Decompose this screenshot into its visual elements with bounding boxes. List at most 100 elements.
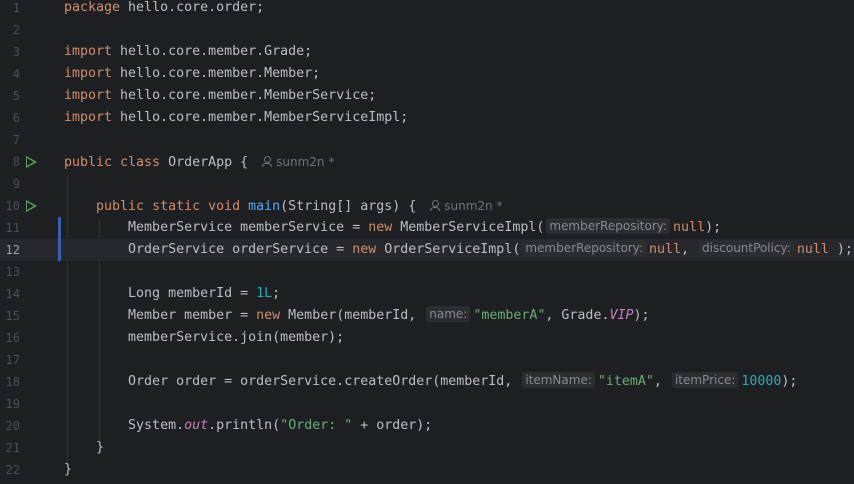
code-token: OrderApp {	[168, 155, 249, 170]
code-token: new	[368, 220, 401, 235]
line-number: 21	[5, 441, 20, 455]
code-token: null	[673, 220, 706, 235]
code-line[interactable]: 3 import hello.core.member.Grade;	[0, 41, 854, 63]
code-token: );	[781, 374, 798, 389]
code-line[interactable]: 20 System.out.println("Order: " + order)…	[0, 415, 854, 437]
code-line[interactable]: 19	[0, 393, 854, 415]
code-text: Order order = orderService.createOrder(m…	[64, 371, 797, 393]
author-name: sunm2n *	[276, 155, 335, 169]
code-line[interactable]: 15 Member member = new Member(memberId, …	[0, 305, 854, 327]
code-token: ,	[681, 242, 698, 257]
code-token: package	[64, 0, 129, 15]
author-inlay[interactable]: sunm2n *	[262, 151, 334, 173]
line-number: 2	[12, 23, 20, 37]
code-token: new	[256, 308, 289, 323]
line-number: 15	[5, 309, 20, 323]
code-line[interactable]: 12 OrderService orderService = new Order…	[0, 239, 854, 261]
parameter-hint: memberRepository:	[546, 218, 671, 234]
code-line[interactable]: 8 public class OrderApp { sunm2n *	[0, 151, 854, 173]
code-token: out	[184, 418, 209, 433]
code-token: 10000	[741, 374, 782, 389]
line-number: 11	[5, 221, 20, 235]
code-line[interactable]: 16 memberService.join(member);	[0, 327, 854, 349]
line-number: 9	[12, 177, 20, 191]
line-number: 8	[12, 155, 20, 169]
code-line[interactable]: 10 public static void main(String[] args…	[0, 195, 854, 217]
code-editor[interactable]: 1 package hello.core.order; 2 3 import hello…	[0, 0, 854, 484]
code-line[interactable]: 2	[0, 19, 854, 41]
code-token: public class	[64, 155, 169, 170]
code-token: 1L	[256, 286, 273, 301]
code-text: import hello.core.member.MemberServiceIm…	[64, 107, 408, 129]
code-token: "memberA"	[473, 308, 546, 323]
author-inlay[interactable]: sunm2n *	[430, 195, 502, 217]
code-token: );	[828, 242, 853, 257]
code-text: import hello.core.member.Member;	[64, 63, 320, 85]
code-line[interactable]: 18 Order order = orderService.createOrde…	[0, 371, 854, 393]
parameter-hint: itemPrice:	[671, 372, 739, 388]
author-name: sunm2n *	[444, 199, 503, 213]
change-marker[interactable]	[58, 217, 61, 239]
parameter-hint: name:	[426, 306, 471, 322]
line-number: 14	[5, 287, 20, 301]
code-token: import	[64, 44, 121, 59]
code-token: Long memberId =	[64, 286, 257, 301]
line-number: 3	[12, 45, 20, 59]
code-line[interactable]: 21 }	[0, 437, 854, 459]
code-token: import	[64, 88, 121, 103]
code-token: }	[64, 440, 105, 455]
code-token: VIP	[609, 308, 634, 323]
line-number: 7	[12, 133, 20, 147]
code-token: hello.core.member.MemberServiceImpl;	[120, 110, 409, 125]
code-text: memberService.join(member);	[64, 327, 344, 349]
code-line[interactable]: 22}	[0, 459, 854, 481]
person-icon	[262, 156, 273, 167]
code-token: Member(memberId,	[288, 308, 425, 323]
code-text: MemberService memberService = new Member…	[64, 217, 721, 239]
person-icon	[430, 200, 441, 211]
code-line[interactable]: 6 import hello.core.member.MemberServiceI…	[0, 107, 854, 129]
code-line[interactable]: 5 import hello.core.member.MemberService;	[0, 85, 854, 107]
code-token: OrderService orderService =	[64, 242, 353, 257]
code-line[interactable]: 9	[0, 173, 854, 195]
code-line[interactable]: 11 MemberService memberService = new Mem…	[0, 217, 854, 239]
code-line[interactable]: 1 package hello.core.order;	[0, 0, 854, 19]
code-token: "Order: "	[280, 418, 353, 433]
code-token: );	[705, 220, 722, 235]
line-number: 10	[5, 199, 20, 213]
run-gutter-icon[interactable]	[26, 200, 37, 212]
code-token: hello.core.member.Grade;	[120, 44, 313, 59]
code-line[interactable]: 4 import hello.core.member.Member;	[0, 63, 854, 85]
code-line[interactable]: 7	[0, 129, 854, 151]
code-token: );	[633, 308, 650, 323]
change-marker[interactable]	[58, 239, 61, 261]
parameter-hint: discountPolicy:	[699, 240, 794, 256]
code-text: public class OrderApp { sunm2n *	[64, 151, 334, 174]
code-token: null	[796, 242, 829, 257]
parameter-hint: memberRepository:	[522, 240, 647, 256]
code-text: import hello.core.member.MemberService;	[64, 85, 376, 107]
line-number: 18	[5, 375, 20, 389]
code-text: }	[64, 437, 104, 459]
code-line[interactable]: 14 Long memberId = 1L;	[0, 283, 854, 305]
line-number: 5	[12, 89, 20, 103]
code-text: OrderService orderService = new OrderSer…	[64, 239, 853, 261]
line-number: 1	[12, 1, 20, 15]
line-number: 17	[5, 353, 20, 367]
code-line[interactable]: 13	[0, 261, 854, 283]
line-number: 19	[5, 397, 20, 411]
code-token: }	[64, 462, 73, 477]
code-token: hello.core.member.Member;	[120, 66, 321, 81]
code-line[interactable]: 17	[0, 349, 854, 371]
code-token: MemberServiceImpl(	[400, 220, 545, 235]
code-token: MemberService memberService =	[64, 220, 369, 235]
code-token: hello.core.order;	[128, 0, 265, 15]
code-token: Order order = orderService.createOrder(m…	[64, 374, 521, 389]
code-text: import hello.core.member.Grade;	[64, 41, 312, 63]
code-token: null	[649, 242, 682, 257]
run-gutter-icon[interactable]	[26, 156, 37, 168]
code-token: .println(	[208, 418, 281, 433]
code-token: memberService.join(member);	[64, 330, 345, 345]
code-token: OrderServiceImpl(	[384, 242, 521, 257]
